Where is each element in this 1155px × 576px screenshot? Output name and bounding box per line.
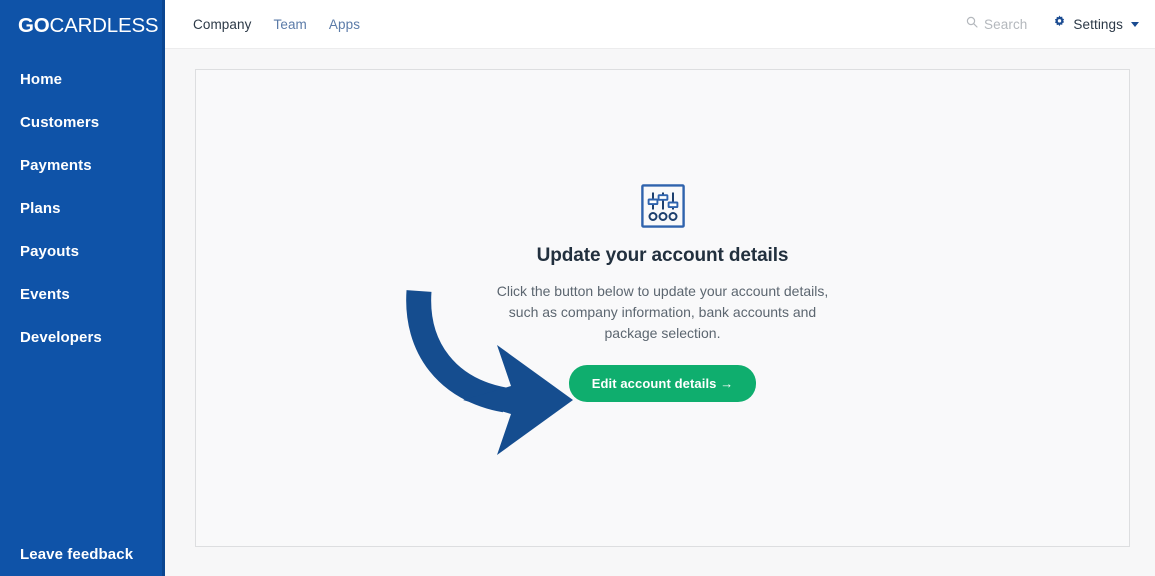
chevron-down-icon	[1131, 21, 1139, 27]
sidebar-item-label: Home	[20, 71, 63, 88]
empty-state-card: Update your account details Click the bu…	[195, 69, 1130, 547]
sidebar-item-payments[interactable]: Payments	[0, 144, 162, 187]
app-logo[interactable]: GOCARDLESS	[0, 0, 162, 48]
top-bar-actions: Search Settings	[966, 15, 1139, 33]
edit-account-details-button[interactable]: Edit account details →	[568, 365, 757, 402]
main-column: Company Team Apps Search Settings Update…	[165, 0, 1155, 576]
sidebar-item-label: Customers	[20, 114, 100, 131]
settings-label: Settings	[1073, 16, 1123, 32]
sidebar-item-label: Payments	[20, 157, 92, 174]
sliders-settings-icon	[640, 183, 686, 229]
tab-company[interactable]: Company	[193, 17, 251, 32]
sidebar-item-plans[interactable]: Plans	[0, 187, 162, 230]
logo-text-secondary: CARDLESS	[49, 14, 159, 37]
settings-menu-button[interactable]: Settings	[1053, 15, 1139, 33]
search-input[interactable]: Search	[966, 15, 1027, 33]
content-area: Update your account details Click the bu…	[165, 49, 1155, 576]
tab-team[interactable]: Team	[273, 17, 306, 32]
sidebar-item-home[interactable]: Home	[0, 58, 162, 101]
logo-text-primary: GO	[18, 14, 50, 37]
page-title: Update your account details	[536, 245, 789, 266]
tab-apps[interactable]: Apps	[329, 17, 360, 32]
empty-state-description: Click the button below to update your ac…	[496, 283, 829, 341]
leave-feedback-link[interactable]: Leave feedback	[20, 546, 133, 563]
search-placeholder: Search	[984, 16, 1028, 32]
search-icon	[966, 15, 978, 33]
sidebar-item-payouts[interactable]: Payouts	[0, 230, 162, 273]
sidebar-item-label: Payouts	[20, 243, 80, 260]
top-bar: Company Team Apps Search Settings	[165, 0, 1155, 49]
sidebar-item-label: Events	[20, 286, 70, 303]
sidebar-footer: Leave feedback	[0, 546, 162, 576]
sidebar-item-customers[interactable]: Customers	[0, 101, 162, 144]
gear-icon	[1053, 15, 1066, 33]
sidebar-item-events[interactable]: Events	[0, 273, 162, 316]
top-nav-tabs: Company Team Apps	[193, 17, 360, 32]
empty-state: Update your account details Click the bu…	[196, 183, 1129, 402]
sidebar-nav: Home Customers Payments Plans Payouts Ev…	[0, 58, 162, 359]
sidebar-item-label: Plans	[20, 200, 61, 217]
sidebar: GOCARDLESS Home Customers Payments Plans…	[0, 0, 165, 576]
sidebar-item-developers[interactable]: Developers	[0, 316, 162, 359]
app-root: GOCARDLESS Home Customers Payments Plans…	[0, 0, 1155, 576]
sidebar-item-label: Developers	[20, 329, 102, 346]
